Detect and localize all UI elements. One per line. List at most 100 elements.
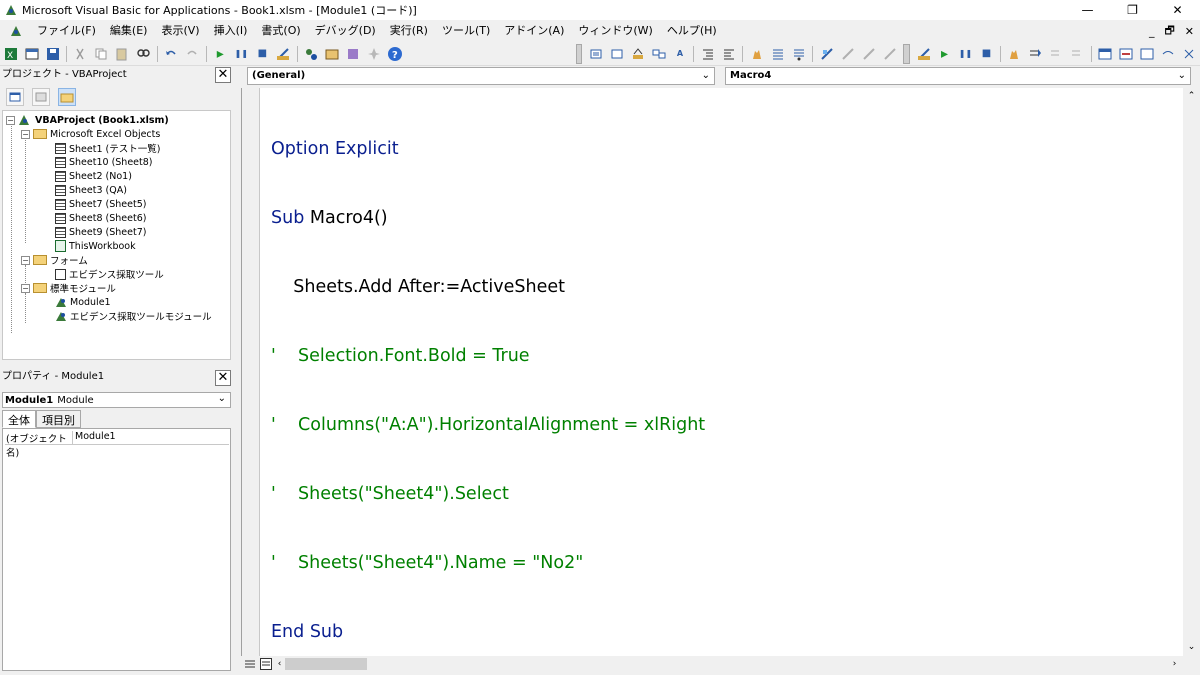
code-line[interactable]: Sub Macro4() bbox=[271, 207, 705, 230]
properties-pane-close-button[interactable]: ✕ bbox=[215, 370, 231, 386]
cut-icon[interactable] bbox=[72, 45, 89, 63]
break-icon[interactable]: ❚❚ bbox=[233, 45, 250, 63]
mdi-close-button[interactable]: ✕ bbox=[1185, 25, 1194, 38]
menu-tools[interactable]: ツール(T) bbox=[435, 21, 497, 41]
margin-indicator-bar[interactable] bbox=[242, 88, 260, 656]
step-into-icon[interactable] bbox=[1027, 45, 1044, 63]
toolbar-grip[interactable] bbox=[903, 43, 910, 64]
run-icon-2[interactable]: ▸ bbox=[936, 45, 953, 63]
tree-node-sheet[interactable]: Sheet3 (QA) bbox=[55, 183, 127, 197]
toolbar-grip[interactable] bbox=[575, 43, 583, 64]
menu-help[interactable]: ヘルプ(H) bbox=[660, 21, 724, 41]
toggle-folders-icon[interactable] bbox=[58, 88, 76, 106]
indent-icon[interactable] bbox=[699, 45, 716, 63]
menu-addins[interactable]: アドイン(A) bbox=[497, 21, 571, 41]
tree-node-sheet[interactable]: Sheet9 (Sheet7) bbox=[55, 225, 146, 239]
menu-insert[interactable]: 挿入(I) bbox=[207, 21, 255, 41]
break-icon-2[interactable]: ❚❚ bbox=[957, 45, 974, 63]
code-editor[interactable]: Option Explicit Sub Macro4() Sheets.Add … bbox=[241, 88, 1183, 656]
step-over-icon[interactable] bbox=[1048, 45, 1065, 63]
tree-node-sheet[interactable]: Sheet7 (Sheet5) bbox=[55, 197, 146, 211]
project-explorer-icon[interactable] bbox=[303, 45, 320, 63]
watch-window-icon[interactable] bbox=[1139, 45, 1156, 63]
reset-icon[interactable]: ■ bbox=[254, 45, 271, 63]
tree-node-sheet[interactable]: Sheet1 (テスト一覧) bbox=[55, 141, 160, 155]
menu-file[interactable]: ファイル(F) bbox=[30, 21, 103, 41]
project-pane-close-button[interactable]: ✕ bbox=[215, 67, 231, 83]
view-code-icon[interactable] bbox=[6, 88, 24, 106]
collapse-icon[interactable]: − bbox=[6, 115, 15, 125]
help-icon[interactable]: ? bbox=[387, 45, 404, 63]
menu-window[interactable]: ウィンドウ(W) bbox=[571, 21, 659, 41]
scroll-up-icon[interactable]: ⌃ bbox=[1183, 88, 1200, 105]
menu-edit[interactable]: 編集(E) bbox=[103, 21, 155, 41]
object-combo[interactable]: (General) ⌄ bbox=[247, 67, 715, 85]
parameter-info-icon[interactable] bbox=[650, 45, 667, 63]
find-icon[interactable] bbox=[135, 45, 152, 63]
quick-info-icon[interactable] bbox=[629, 45, 646, 63]
step-out-icon[interactable] bbox=[1069, 45, 1086, 63]
code-line[interactable]: End Sub bbox=[271, 621, 705, 644]
collapse-icon[interactable]: − bbox=[21, 255, 30, 265]
comment-block-icon[interactable] bbox=[769, 45, 786, 63]
outdent-icon[interactable] bbox=[720, 45, 737, 63]
view-object-icon[interactable] bbox=[32, 88, 50, 106]
call-stack-icon[interactable] bbox=[1181, 45, 1198, 63]
design-mode-icon[interactable] bbox=[275, 45, 292, 63]
toggle-bookmark-icon[interactable] bbox=[818, 45, 835, 63]
code-comment-line[interactable]: ' Columns("A:A").HorizontalAlignment = x… bbox=[271, 414, 705, 437]
excel-view-icon[interactable]: X bbox=[2, 45, 19, 63]
document-icon[interactable] bbox=[8, 23, 24, 39]
toggle-breakpoint-icon[interactable] bbox=[748, 45, 765, 63]
menu-format[interactable]: 書式(O) bbox=[254, 21, 307, 41]
redo-icon[interactable] bbox=[184, 45, 201, 63]
menu-debug[interactable]: デバッグ(D) bbox=[308, 21, 383, 41]
horizontal-scrollbar[interactable]: ‹ › bbox=[241, 656, 1200, 673]
tree-node-modules[interactable]: − 標準モジュール bbox=[21, 281, 116, 295]
tree-node-sheet[interactable]: Sheet8 (Sheet6) bbox=[55, 211, 146, 225]
list-constants-icon[interactable] bbox=[608, 45, 625, 63]
menu-view[interactable]: 表示(V) bbox=[154, 21, 206, 41]
design-mode-icon-2[interactable] bbox=[915, 45, 932, 63]
collapse-icon[interactable]: − bbox=[21, 283, 30, 293]
vertical-scrollbar[interactable]: ⌃ ⌄ bbox=[1183, 88, 1200, 656]
complete-word-icon[interactable]: A bbox=[671, 45, 688, 63]
quick-watch-icon[interactable] bbox=[1160, 45, 1177, 63]
code-lines[interactable]: Option Explicit Sub Macro4() Sheets.Add … bbox=[271, 92, 705, 675]
tree-node-vbaproject[interactable]: − VBAProject (Book1.xlsm) bbox=[6, 113, 169, 127]
undo-icon[interactable] bbox=[163, 45, 180, 63]
reset-icon-2[interactable]: ■ bbox=[978, 45, 995, 63]
next-bookmark-icon[interactable] bbox=[839, 45, 856, 63]
tree-node-userform[interactable]: エビデンス採取ツール bbox=[55, 267, 164, 281]
object-browser-icon[interactable] bbox=[345, 45, 362, 63]
close-window-button[interactable]: ✕ bbox=[1155, 0, 1200, 20]
tree-node-forms[interactable]: − フォーム bbox=[21, 253, 88, 267]
immediate-window-icon[interactable] bbox=[1118, 45, 1135, 63]
previous-bookmark-icon[interactable] bbox=[860, 45, 877, 63]
procedure-combo[interactable]: Macro4 ⌄ bbox=[725, 67, 1191, 85]
copy-icon[interactable] bbox=[93, 45, 110, 63]
paste-icon[interactable] bbox=[114, 45, 131, 63]
tree-node-sheet[interactable]: Sheet10 (Sheet8) bbox=[55, 155, 153, 169]
menu-run[interactable]: 実行(R) bbox=[383, 21, 435, 41]
object-selector[interactable]: Module1 Module ⌄ bbox=[2, 392, 231, 408]
tree-node-excel-objects[interactable]: − Microsoft Excel Objects bbox=[21, 127, 160, 141]
toolbox-icon[interactable] bbox=[366, 45, 383, 63]
property-value[interactable]: Module1 bbox=[73, 431, 116, 444]
scroll-right-icon[interactable]: › bbox=[1166, 656, 1183, 673]
horizontal-scroll-thumb[interactable] bbox=[285, 658, 367, 670]
tree-node-module[interactable]: Module1 bbox=[55, 295, 111, 309]
code-line[interactable]: Option Explicit bbox=[271, 138, 705, 161]
code-line[interactable]: Sheets.Add After:=ActiveSheet bbox=[271, 276, 705, 299]
code-comment-line[interactable]: ' Sheets("Sheet4").Name = "No2" bbox=[271, 552, 705, 575]
tree-node-sheet[interactable]: Sheet2 (No1) bbox=[55, 169, 132, 183]
code-comment-line[interactable]: ' Sheets("Sheet4").Select bbox=[271, 483, 705, 506]
tab-categorized[interactable]: 項目別 bbox=[36, 410, 81, 428]
pane-splitter[interactable] bbox=[234, 66, 241, 675]
property-row[interactable]: (オブジェクト名) Module1 bbox=[5, 431, 229, 459]
collapse-icon[interactable]: − bbox=[21, 129, 30, 139]
procedure-view-icon[interactable] bbox=[243, 658, 257, 672]
restore-button[interactable]: ❐ bbox=[1110, 0, 1155, 20]
scroll-down-icon[interactable]: ⌄ bbox=[1183, 639, 1200, 656]
list-properties-icon[interactable] bbox=[587, 45, 604, 63]
